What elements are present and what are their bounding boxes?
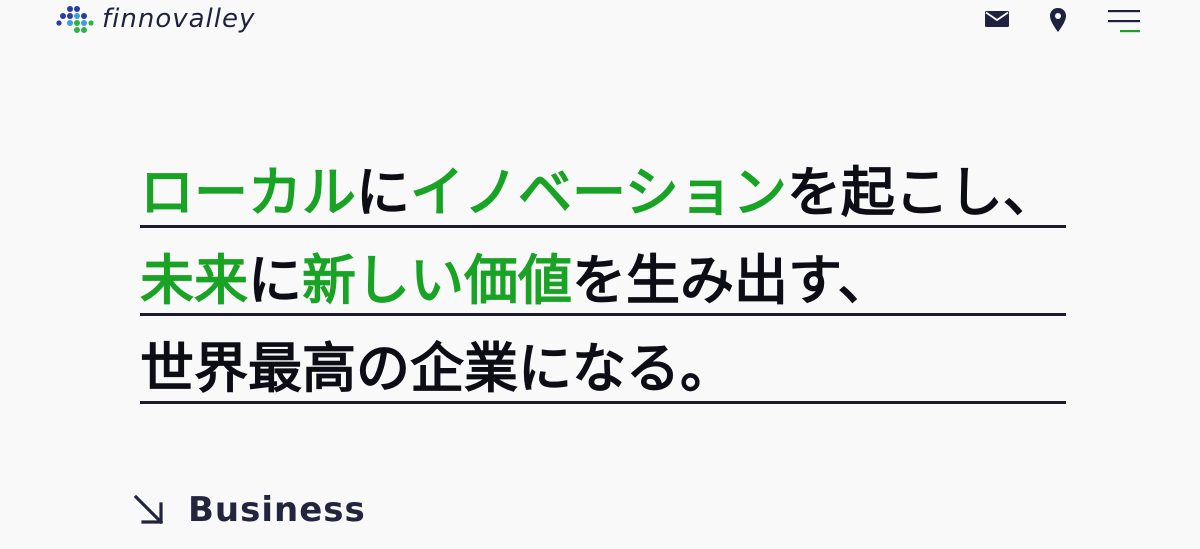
logo-text: finnovalley [102, 4, 256, 34]
hero-text-segment: 未来 [140, 250, 248, 312]
location-button[interactable] [1045, 6, 1071, 34]
site-header: finnovalley [0, 0, 1200, 44]
hero-text-segment: を起こし、 [786, 162, 1057, 224]
hero-text-segment: を生み出す、 [572, 250, 892, 312]
business-link[interactable]: Business [130, 490, 366, 530]
hero-text-segment: ローカル [140, 162, 356, 224]
logo-link[interactable]: finnovalley [56, 4, 255, 34]
hero-line-3: 世界最高の企業になる。 [140, 338, 1066, 404]
business-label: Business [188, 490, 366, 530]
hamburger-menu-icon [1108, 10, 1140, 33]
logo-mark-icon [56, 6, 94, 33]
hero-line-2: 未来に新しい価値を生み出す、 [140, 250, 1066, 316]
map-pin-icon [1050, 8, 1066, 32]
hero-text-segment: 世界最高の企業になる。 [140, 338, 734, 400]
mail-button[interactable] [982, 6, 1012, 32]
hero-text-segment: に [356, 162, 410, 224]
hero-text-segment: 新しい価値 [302, 250, 572, 312]
arrow-down-right-icon [133, 494, 164, 525]
mail-icon [985, 11, 1009, 27]
menu-button[interactable] [1104, 6, 1144, 36]
hero-text-segment: に [248, 250, 302, 312]
hero-tagline: ローカルにイノベーションを起こし、 未来に新しい価値を生み出す、 世界最高の企業… [140, 162, 1066, 426]
hero-line-1: ローカルにイノベーションを起こし、 [140, 162, 1066, 228]
page: finnovalley ローカルにイノベーションを起こし、 未来に新しい価値を生… [0, 0, 1200, 549]
hero-text-segment: イノベーション [410, 162, 787, 224]
